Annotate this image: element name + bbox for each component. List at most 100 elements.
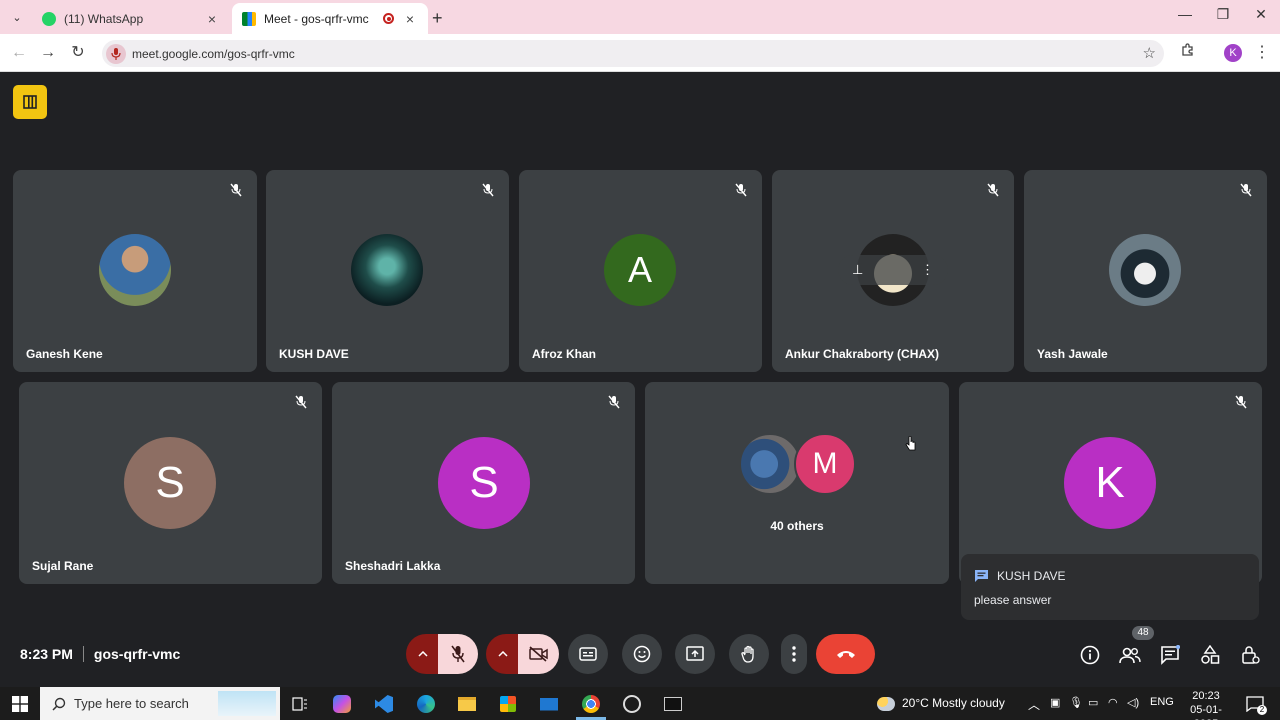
activities-button[interactable] — [1198, 643, 1222, 667]
language-indicator[interactable]: ENG — [1150, 696, 1174, 708]
microsoft-store-icon[interactable] — [496, 692, 520, 716]
meeting-info: 8:23 PM gos-qrfr-vmc — [20, 646, 180, 662]
mic-off-icon — [295, 395, 307, 409]
mic-off-icon — [987, 183, 999, 197]
tab-whatsapp[interactable]: (11) WhatsApp × — [32, 3, 230, 34]
participant-tile[interactable]: Yash Jawale — [1024, 170, 1267, 372]
close-window-button[interactable]: ✕ — [1246, 6, 1276, 23]
captions-icon — [579, 647, 597, 661]
meeting-tools-icon[interactable] — [13, 85, 47, 119]
participant-tile[interactable]: Ganesh Kene — [13, 170, 257, 372]
chat-icon — [1161, 645, 1180, 665]
more-options-button[interactable] — [781, 634, 807, 674]
close-tab-icon[interactable]: × — [402, 11, 418, 27]
minimize-button[interactable]: — — [1170, 6, 1200, 22]
whatsapp-icon — [42, 11, 56, 26]
browser-menu-icon[interactable]: ⋮ — [1251, 42, 1273, 64]
video-options-button[interactable] — [486, 634, 520, 674]
volume-icon[interactable]: ◁) — [1127, 696, 1139, 709]
wifi-icon[interactable]: ◠ — [1108, 696, 1118, 709]
captions-button[interactable] — [568, 634, 608, 674]
microphone-in-use-icon[interactable] — [106, 43, 126, 64]
browser-tab-bar: ⌄ (11) WhatsApp × Meet - gos-qrfr-vmc × … — [0, 0, 1280, 34]
browser-toolbar: ← → ↻ meet.google.com/gos-qrfr-vmc ☆ K ⋮ — [0, 34, 1280, 72]
vscode-icon[interactable] — [372, 692, 396, 716]
tab-meet[interactable]: Meet - gos-qrfr-vmc × — [232, 3, 428, 34]
meet-tray-icon[interactable]: ▣ — [1050, 696, 1060, 709]
copilot-icon[interactable] — [330, 692, 354, 716]
taskbar-search-box[interactable]: Type here to search — [40, 687, 280, 720]
edge-icon[interactable] — [414, 692, 438, 716]
participant-tile[interactable]: KUSH DAVE — [266, 170, 509, 372]
pin-icon[interactable]: ⊥ — [852, 262, 863, 278]
raise-hand-button[interactable] — [729, 634, 769, 674]
participant-tile[interactable]: S Sheshadri Lakka — [332, 382, 635, 584]
leave-call-button[interactable] — [816, 634, 875, 674]
emoji-icon — [633, 645, 651, 663]
maximize-button[interactable]: ❐ — [1208, 6, 1238, 23]
participant-initial-avatar: A — [604, 234, 676, 306]
profile-avatar[interactable]: K — [1224, 44, 1242, 62]
participant-name: Yash Jawale — [1037, 347, 1108, 361]
mail-icon[interactable] — [537, 692, 561, 716]
notification-center-icon[interactable]: 2 — [1243, 692, 1267, 716]
search-icon — [52, 697, 66, 711]
more-options-icon[interactable]: ⋮ — [921, 262, 934, 278]
close-tab-icon[interactable]: × — [204, 11, 220, 27]
microphone-tray-icon[interactable]: 🎙 — [1069, 696, 1083, 709]
meeting-details-button[interactable] — [1078, 643, 1102, 667]
windows-start-icon[interactable] — [8, 692, 32, 716]
address-bar[interactable]: meet.google.com/gos-qrfr-vmc ☆ — [102, 40, 1164, 67]
shapes-icon — [1201, 645, 1220, 664]
mic-off-icon — [1240, 183, 1252, 197]
meeting-time: 8:23 PM — [20, 646, 73, 662]
chat-button[interactable] — [1158, 643, 1182, 667]
google-meet-icon — [242, 11, 256, 26]
weather-icon[interactable] — [874, 692, 898, 716]
clock-time: 20:23 — [1192, 690, 1220, 702]
weather-text[interactable]: 20°C Mostly cloudy — [902, 696, 1005, 710]
chrome-icon[interactable] — [579, 692, 603, 716]
participant-name: Ganesh Kene — [26, 347, 103, 361]
tab-search-chevron-icon[interactable]: ⌄ — [8, 8, 26, 26]
host-controls-button[interactable] — [1238, 643, 1262, 667]
mic-off-icon — [1235, 395, 1247, 409]
windows-taskbar: Type here to search 20°C Mostly cloudy ︿… — [0, 687, 1280, 720]
search-highlight-image — [218, 691, 276, 716]
new-tab-button[interactable]: + — [432, 8, 443, 29]
participant-name: KUSH DAVE — [279, 347, 349, 361]
reload-icon[interactable]: ↻ — [67, 42, 89, 64]
battery-icon[interactable]: ▭ — [1088, 696, 1098, 709]
participant-tile[interactable]: ⊥ ⋮ Ankur Chakraborty (CHAX) — [772, 170, 1014, 372]
participant-tile[interactable]: S Sujal Rane — [19, 382, 322, 584]
others-count-label: 40 others — [770, 519, 824, 533]
back-arrow-icon[interactable]: ← — [8, 42, 30, 64]
participant-photo — [739, 433, 801, 495]
mic-off-icon — [230, 183, 242, 197]
forward-arrow-icon[interactable]: → — [37, 42, 59, 64]
chat-notification[interactable]: KUSH DAVE please answer — [961, 554, 1259, 620]
reactions-button[interactable] — [622, 634, 662, 674]
chat-message: please answer — [974, 593, 1052, 607]
present-screen-icon — [686, 646, 704, 661]
participant-photo — [99, 234, 171, 306]
clock-date: 05-01-2025 — [1190, 704, 1222, 720]
terminal-icon[interactable] — [661, 692, 685, 716]
bookmark-star-icon[interactable]: ☆ — [1143, 44, 1156, 62]
others-tile[interactable]: M 40 others — [645, 382, 949, 584]
extensions-icon[interactable] — [1177, 42, 1199, 64]
present-screen-button[interactable] — [675, 634, 715, 674]
camera-toggle-button[interactable] — [518, 634, 559, 674]
clock-app-icon[interactable] — [620, 692, 644, 716]
tray-chevron-icon[interactable]: ︿ — [1028, 696, 1040, 713]
audio-options-button[interactable] — [406, 634, 440, 674]
participant-count-badge: 48 — [1132, 626, 1154, 640]
task-view-icon[interactable] — [288, 692, 312, 716]
url-text: meet.google.com/gos-qrfr-vmc — [132, 46, 295, 61]
file-explorer-icon[interactable] — [455, 692, 479, 716]
microphone-toggle-button[interactable] — [438, 634, 478, 674]
participant-tile[interactable]: A Afroz Khan — [519, 170, 762, 372]
mic-off-icon — [451, 645, 465, 663]
people-button[interactable] — [1118, 643, 1142, 667]
system-clock[interactable]: 20:23 05-01-2025 — [1178, 689, 1234, 720]
